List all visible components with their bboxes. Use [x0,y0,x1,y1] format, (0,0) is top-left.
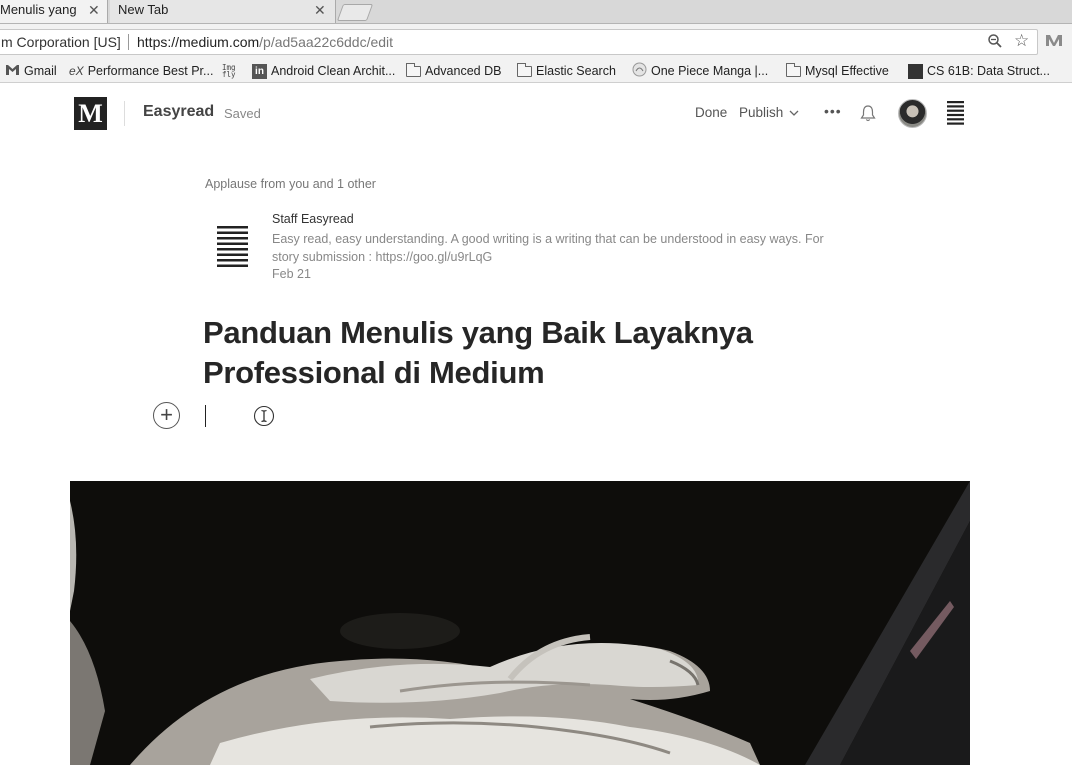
browser-tab-strip: Menulis yang ✕ New Tab ✕ [0,0,1072,24]
folder-icon [406,62,421,77]
gmail-icon [5,64,20,79]
url-text[interactable]: https://medium.com/p/ad5aa22c6ddc/edit [137,34,393,50]
tab-medium-editor[interactable]: Menulis yang ✕ [0,0,108,23]
publication-logo-icon[interactable] [947,101,964,130]
notifications-bell-icon[interactable] [860,104,876,127]
tab-title: New Tab [118,2,169,17]
text-caret [205,405,206,427]
manga-icon [632,62,647,80]
bookmark-performance[interactable]: eX Performance Best Pr... [69,62,213,80]
header-divider [124,101,125,126]
bookmark-label: One Piece Manga |... [651,64,769,78]
publication-name[interactable]: Easyread [143,103,214,121]
bookmark-label: Performance Best Pr... [87,64,214,78]
zoom-icon[interactable] [987,33,1003,54]
done-button[interactable]: Done [695,105,727,120]
bookmark-cs61b[interactable]: CS 61B: Data Struct... [908,62,1050,80]
ex-icon: eX [69,64,84,78]
author-name[interactable]: Staff Easyread [272,212,354,226]
chevron-down-icon [789,105,799,120]
text-cursor-icon [253,405,275,432]
tab-new-tab[interactable]: New Tab ✕ [110,0,336,23]
bookmark-elastic-search[interactable]: Elastic Search [517,62,616,80]
bookmark-label: Android Clean Archit... [271,64,396,78]
applause-note: Applause from you and 1 other [205,177,376,191]
bookmark-mysql[interactable]: Mysql Effective [786,62,889,80]
bookmark-label: Mysql Effective [805,64,889,78]
article-title[interactable]: Panduan Menulis yang Baik Layaknya Profe… [203,313,843,393]
bookmark-star-icon[interactable]: ☆ [1014,31,1029,51]
more-options-button[interactable]: ••• [824,103,842,119]
hero-image[interactable] [70,481,970,765]
bookmark-one-piece[interactable]: One Piece Manga |... [632,62,768,80]
linkedin-icon: in [252,63,267,79]
bookmark-gmail[interactable]: Gmail [5,62,57,80]
cs61b-icon [908,63,923,79]
bookmark-android-clean[interactable]: in Android Clean Archit... [252,62,395,80]
folder-icon [786,62,801,77]
publish-label: Publish [739,105,784,120]
insert-content-button[interactable]: + [153,402,180,429]
close-tab-icon[interactable]: ✕ [314,2,326,19]
bookmarks-bar: Gmail eX Performance Best Pr... Img fly i… [0,60,1072,83]
url-domain: https://medium.com [137,34,260,50]
tab-title: Menulis yang [0,2,77,17]
address-separator [128,34,129,50]
user-avatar[interactable] [898,99,927,128]
new-tab-button[interactable] [336,4,374,21]
bookmark-label: Advanced DB [425,64,502,78]
author-bio: Easy read, easy understanding. A good wr… [272,232,824,264]
close-tab-icon[interactable]: ✕ [88,2,100,19]
folder-icon [517,62,532,77]
medium-extension-icon[interactable] [1045,33,1063,52]
bookmark-label: Gmail [24,64,57,78]
save-status: Saved [224,106,261,121]
hero-image-graphic [70,481,970,765]
url-path: /p/ad5aa22c6ddc/edit [259,34,394,50]
address-bar[interactable]: m Corporation [US] https://medium.com/p/… [0,29,1038,55]
bookmark-imgur[interactable]: Img fly [222,62,244,80]
bookmark-label: CS 61B: Data Struct... [927,64,1050,78]
author-logo-icon[interactable] [217,226,248,272]
bookmark-label: Elastic Search [536,64,616,78]
medium-logo[interactable]: M [74,97,107,130]
imgur-icon: Img fly [222,63,236,79]
site-identity[interactable]: m Corporation [US] [1,34,121,50]
post-date: Feb 21 [272,267,311,281]
publish-button[interactable]: Publish [739,105,799,120]
browser-toolbar: m Corporation [US] https://medium.com/p/… [0,24,1072,60]
bookmark-advanced-db[interactable]: Advanced DB [406,62,501,80]
